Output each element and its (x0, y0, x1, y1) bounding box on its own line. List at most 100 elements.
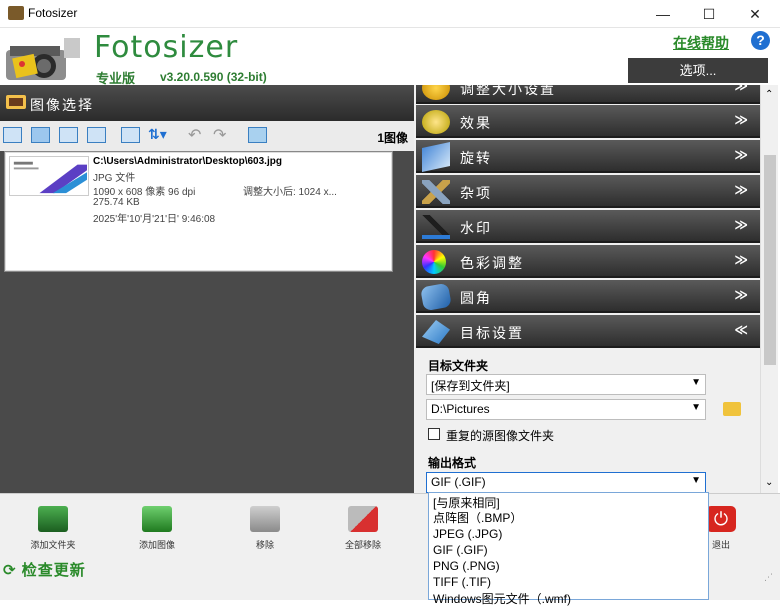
version-label: v3.20.0.590 (32-bit) (160, 70, 267, 84)
save-mode-select[interactable]: [保存到文件夹] ▼ (426, 374, 706, 395)
file-path: C:\Users\Administrator\Desktop\603.jpg (93, 156, 282, 167)
image-selection-header: 图像选择 (0, 85, 414, 121)
file-list-item[interactable]: C:\Users\Administrator\Desktop\603.jpg J… (4, 151, 393, 272)
resized-dimensions: 调整大小后: 1024 x... (243, 187, 337, 198)
brand-name: Fotosizer (94, 30, 239, 65)
dropdown-arrow-icon: ▼ (691, 402, 701, 413)
section-rounded-corners[interactable]: 圆角 ≫ (416, 280, 760, 313)
help-icon[interactable]: ? (751, 31, 770, 50)
section-misc[interactable]: 杂项 ≫ (416, 175, 760, 208)
app-header: Fotosizer 专业版 v3.20.0.590 (32-bit) 在线帮助 … (0, 28, 780, 86)
duplicate-source-folder-label: 重复的源图像文件夹 (446, 429, 555, 443)
section-effects[interactable]: 效果 ≫ (416, 105, 760, 138)
format-option-wmf[interactable]: Windows图元文件（.wmf) (433, 590, 571, 607)
section-label: 水印 (460, 220, 492, 236)
section-target-settings[interactable]: 目标设置 ≪ (416, 315, 760, 348)
add-folder-button[interactable]: 添加文件夹 (18, 506, 88, 551)
remove-all-label: 全部移除 (344, 540, 381, 550)
section-label: 调整大小设置 (460, 85, 556, 97)
expand-chevron-icon: ≫ (734, 252, 748, 267)
folder-path-select[interactable]: D:\Pictures ▼ (426, 399, 706, 420)
format-option-png[interactable]: PNG (.PNG) (433, 559, 500, 573)
image-selection-panel: 图像选择 ⇅▾ ↶ ↷ 1图像 C:\Users\Administrator\D… (0, 85, 414, 493)
remove-icon (250, 506, 280, 532)
section-color-adjust[interactable]: 色彩调整 ≫ (416, 245, 760, 278)
image-thumbnail (9, 156, 89, 196)
thumbnail-view-icon[interactable] (31, 127, 50, 143)
remove-all-icon (348, 506, 378, 532)
folder-path-value: D:\Pictures (431, 402, 490, 416)
resize-icon (422, 85, 450, 100)
rotate-right-icon[interactable]: ↷ (213, 125, 226, 145)
check-update-label: 检查更新 (21, 562, 86, 579)
settings-panel: 调整大小设置 ≫ 效果 ≫ 旋转 ≫ 杂项 ≫ 水印 ≫ 色彩调整 ≫ 圆角 ≫… (414, 85, 776, 493)
file-dimensions: 1090 x 608 像素 96 dpi (93, 187, 196, 198)
scroll-down-icon[interactable]: ⌄ (765, 477, 773, 488)
duplicate-source-folder-checkbox[interactable] (428, 428, 440, 440)
online-help-link[interactable]: 在线帮助 (673, 33, 729, 53)
scrollbar-thumb[interactable] (764, 155, 776, 365)
list-view-icon[interactable] (87, 127, 106, 143)
add-image-icon (142, 506, 172, 532)
target-icon (422, 320, 450, 344)
scroll-up-icon[interactable]: ⌃ (765, 89, 773, 100)
section-label: 效果 (460, 115, 492, 131)
section-rotate[interactable]: 旋转 ≫ (416, 140, 760, 173)
section-resize[interactable]: 调整大小设置 ≫ (416, 85, 760, 104)
expand-chevron-icon: ≫ (734, 182, 748, 197)
output-format-label: 输出格式 (428, 456, 477, 470)
section-label: 目标设置 (460, 325, 524, 341)
power-icon: ⏻ (706, 506, 736, 532)
target-folder-label: 目标文件夹 (428, 359, 489, 373)
close-button[interactable]: ✕ (732, 0, 778, 28)
output-format-dropdown-list: [与原来相同] 点阵图（.BMP） JPEG (.JPG) GIF (.GIF)… (428, 492, 709, 606)
check-update-link[interactable]: ⟳ 检查更新 (3, 559, 86, 580)
format-option-gif[interactable]: GIF (.GIF) (433, 543, 488, 557)
preview-icon[interactable] (248, 127, 267, 143)
options-button[interactable]: 选项... (628, 58, 768, 83)
section-label: 圆角 (460, 290, 492, 306)
remove-all-button[interactable]: 全部移除 (328, 506, 398, 551)
browse-folder-icon[interactable] (723, 402, 741, 416)
remove-button[interactable]: 移除 (230, 506, 300, 551)
tools-icon (422, 180, 450, 204)
image-count: 1图像 (377, 131, 408, 145)
image-selection-title: 图像选择 (30, 97, 94, 113)
exit-label: 退出 (711, 540, 730, 550)
watermark-icon (422, 215, 450, 239)
section-watermark[interactable]: 水印 ≫ (416, 210, 760, 243)
section-label: 旋转 (460, 150, 492, 166)
maximize-button[interactable]: ☐ (686, 0, 732, 28)
save-mode-value: [保存到文件夹] (431, 379, 510, 393)
refresh-icon: ⟳ (3, 562, 17, 579)
format-option-bmp[interactable]: 点阵图（.BMP） (433, 509, 522, 526)
section-label: 色彩调整 (460, 255, 524, 271)
effects-icon (422, 110, 450, 134)
file-date: 2025'年'10'月'21'日' 9:46:08 (93, 214, 216, 225)
tiles-view-icon[interactable] (59, 127, 78, 143)
add-folder-icon (38, 506, 68, 532)
add-image-button[interactable]: 添加图像 (122, 506, 192, 551)
dropdown-arrow-icon: ▼ (691, 377, 701, 388)
file-size: 275.74 KB (93, 197, 140, 208)
color-wheel-icon (422, 250, 446, 274)
minimize-button[interactable]: — (640, 0, 686, 28)
add-image-label: 添加图像 (138, 540, 175, 550)
image-selection-icon (6, 95, 26, 109)
columns-icon[interactable] (121, 127, 140, 143)
app-icon (8, 6, 24, 20)
expand-chevron-icon: ≫ (734, 217, 748, 232)
add-folder-label: 添加文件夹 (30, 540, 76, 550)
output-format-select[interactable]: GIF (.GIF) ▼ (426, 472, 706, 493)
resize-grip-icon[interactable]: ⋰ (764, 572, 773, 583)
rotate-left-icon[interactable]: ↶ (188, 125, 201, 145)
file-type: JPG 文件 (93, 173, 136, 184)
details-view-icon[interactable] (3, 127, 22, 143)
format-option-tif[interactable]: TIFF (.TIF) (433, 575, 491, 589)
output-format-value: GIF (.GIF) (431, 475, 486, 489)
section-label: 杂项 (460, 185, 492, 201)
expand-chevron-icon: ≫ (734, 112, 748, 127)
format-option-jpg[interactable]: JPEG (.JPG) (433, 527, 502, 541)
sort-icon[interactable]: ⇅▾ (148, 126, 167, 143)
settings-scrollbar[interactable]: ⌃ ⌄ (760, 85, 778, 493)
